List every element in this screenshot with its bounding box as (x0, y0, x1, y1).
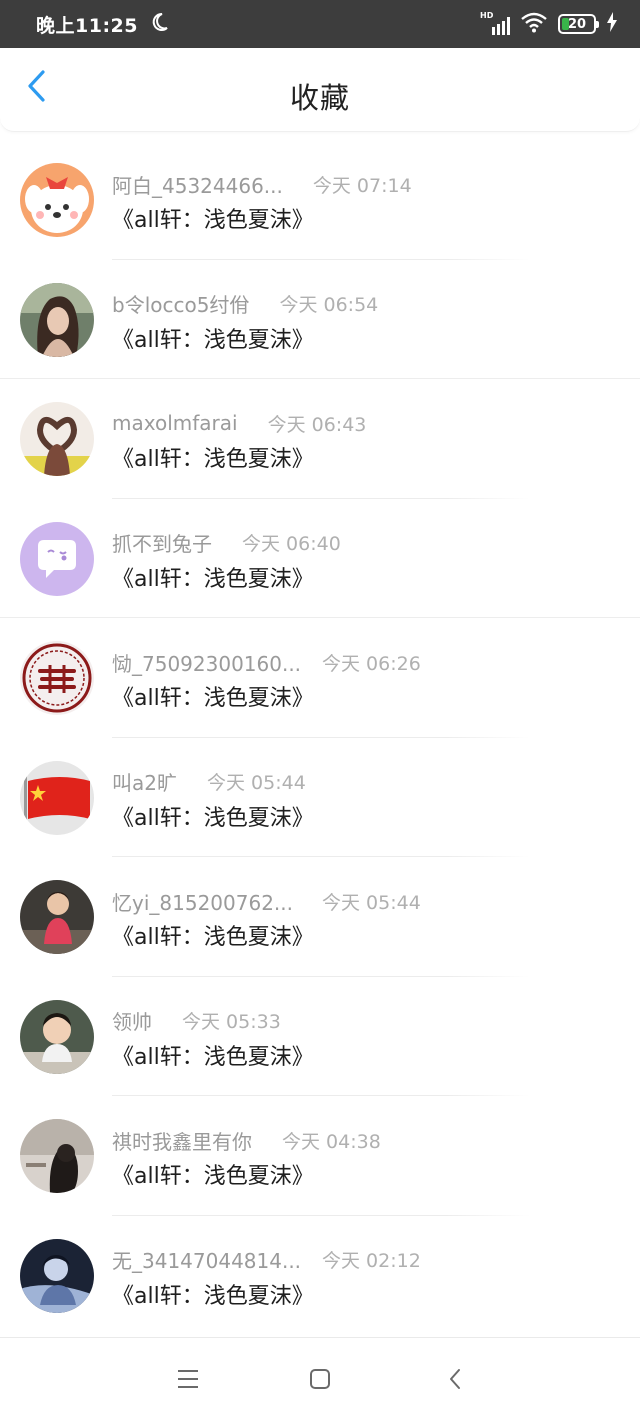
story-title[interactable]: 《all轩：浅色夏沫》 (112, 680, 314, 712)
list-item[interactable]: 忆yi_815200762... 今天 05:44 《all轩：浅色夏沫》 (0, 857, 640, 977)
back-icon (447, 1367, 463, 1395)
user-name[interactable]: 忆yi_815200762... (112, 887, 293, 916)
menu-icon (176, 1368, 200, 1394)
avatar[interactable] (20, 641, 94, 715)
moon-icon (148, 11, 170, 37)
avatar[interactable] (20, 1119, 94, 1193)
item-meta: 忆yi_815200762... 今天 05:44 (112, 887, 421, 915)
timestamp: 今天 06:54 (279, 294, 379, 316)
avatar[interactable] (20, 760, 94, 835)
avatar[interactable] (20, 402, 94, 476)
avatar[interactable] (20, 163, 94, 237)
avatar[interactable] (20, 521, 94, 596)
list-item[interactable]: 无_34147044814... 今天 02:12 《all轩：浅色夏沫》 (0, 1216, 640, 1336)
timestamp: 今天 06:43 (267, 413, 367, 436)
story-title[interactable]: 《all轩：浅色夏沫》 (112, 919, 314, 951)
timestamp: 今天 06:26 (322, 652, 421, 675)
item-meta: 阿白_45324466... 今天 07:14 (112, 170, 412, 198)
home-button[interactable] (305, 1366, 335, 1396)
timestamp: 今天 06:40 (242, 533, 341, 555)
signal-icon: HD (480, 11, 510, 35)
system-nav-bar (0, 1337, 640, 1422)
story-title[interactable]: 《all轩：浅色夏沫》 (112, 1278, 314, 1310)
status-time: 晚上11:25 (36, 14, 138, 37)
item-meta: 无_34147044814... 今天 02:12 (112, 1246, 421, 1274)
user-name[interactable]: 领帅 (112, 1006, 152, 1035)
user-name[interactable]: 无_34147044814... (112, 1245, 301, 1274)
story-title[interactable]: 《all轩：浅色夏沫》 (112, 1158, 314, 1190)
timestamp: 今天 02:12 (322, 1250, 421, 1272)
menu-button[interactable] (173, 1366, 203, 1396)
list-item[interactable]: maxolmfarai 今天 06:43 《all轩：浅色夏沫》 (0, 379, 640, 499)
item-meta: 领帅 今天 05:33 (112, 1007, 281, 1035)
item-meta: 祺时我鑫里有你 今天 04:38 (112, 1126, 381, 1154)
item-meta: 恸_75092300160... 今天 06:26 (112, 648, 421, 676)
item-meta: 抓不到兔子 今天 06:40 (112, 529, 341, 557)
battery-level: 20 (567, 16, 587, 32)
status-bar: 晚上11:25 HD 20 (0, 0, 640, 48)
item-meta: maxolmfarai 今天 06:43 (112, 409, 366, 437)
user-name[interactable]: 抓不到兔子 (112, 528, 212, 557)
list-item[interactable]: 抓不到兔子 今天 06:40 《all轩：浅色夏沫》 (0, 499, 640, 618)
story-title[interactable]: 《all轩：浅色夏沫》 (112, 202, 314, 234)
story-title[interactable]: 《all轩：浅色夏沫》 (112, 561, 314, 593)
favorites-list: 阿白_45324466... 今天 07:14 《all轩：浅色夏沫》 b令lo… (0, 140, 640, 1335)
timestamp: 今天 05:33 (182, 1011, 281, 1033)
user-name[interactable]: 叫a2旷 (112, 767, 177, 796)
timestamp: 今天 05:44 (206, 772, 306, 794)
list-item[interactable]: b令locco5纣佾 今天 06:54 《all轩：浅色夏沫》 (0, 260, 640, 379)
item-meta: b令locco5纣佾 今天 06:54 (112, 290, 378, 318)
avatar[interactable] (20, 1238, 94, 1313)
avatar[interactable] (20, 880, 94, 954)
user-name[interactable]: maxolmfarai (112, 411, 238, 435)
story-title[interactable]: 《all轩：浅色夏沫》 (112, 322, 314, 354)
header-bar: 收藏 (0, 48, 640, 132)
user-name[interactable]: 阿白_45324466... (112, 170, 283, 199)
story-title[interactable]: 《all轩：浅色夏沫》 (112, 441, 314, 473)
page-title: 收藏 (289, 81, 350, 115)
list-item[interactable]: 阿白_45324466... 今天 07:14 《all轩：浅色夏沫》 (0, 140, 640, 260)
item-meta: 叫a2旷 今天 05:44 (112, 768, 306, 796)
list-item[interactable]: 恸_75092300160... 今天 06:26 《all轩：浅色夏沫》 (0, 618, 640, 738)
user-name[interactable]: 祺时我鑫里有你 (112, 1126, 252, 1155)
charging-icon (606, 12, 618, 36)
battery-icon: 20 (558, 14, 599, 34)
timestamp: 今天 07:14 (312, 174, 412, 197)
list-item[interactable]: 领帅 今天 05:33 《all轩：浅色夏沫》 (0, 977, 640, 1096)
timestamp: 今天 04:38 (282, 1130, 381, 1153)
back-nav-button[interactable] (440, 1366, 470, 1396)
network-label: HD (480, 11, 494, 20)
timestamp: 今天 05:44 (322, 891, 421, 914)
user-name[interactable]: b令locco5纣佾 (112, 289, 249, 318)
avatar[interactable] (20, 282, 94, 357)
home-icon (308, 1367, 332, 1395)
list-item[interactable]: 祺时我鑫里有你 今天 04:38 《all轩：浅色夏沫》 (0, 1096, 640, 1216)
story-title[interactable]: 《all轩：浅色夏沫》 (112, 800, 314, 832)
story-title[interactable]: 《all轩：浅色夏沫》 (112, 1039, 314, 1071)
status-right: HD 20 (480, 11, 618, 37)
wifi-icon (520, 11, 548, 37)
user-name[interactable]: 恸_75092300160... (112, 648, 301, 677)
list-item[interactable]: 叫a2旷 今天 05:44 《all轩：浅色夏沫》 (0, 738, 640, 857)
status-left: 晚上11:25 (36, 11, 170, 38)
avatar[interactable] (20, 999, 94, 1074)
